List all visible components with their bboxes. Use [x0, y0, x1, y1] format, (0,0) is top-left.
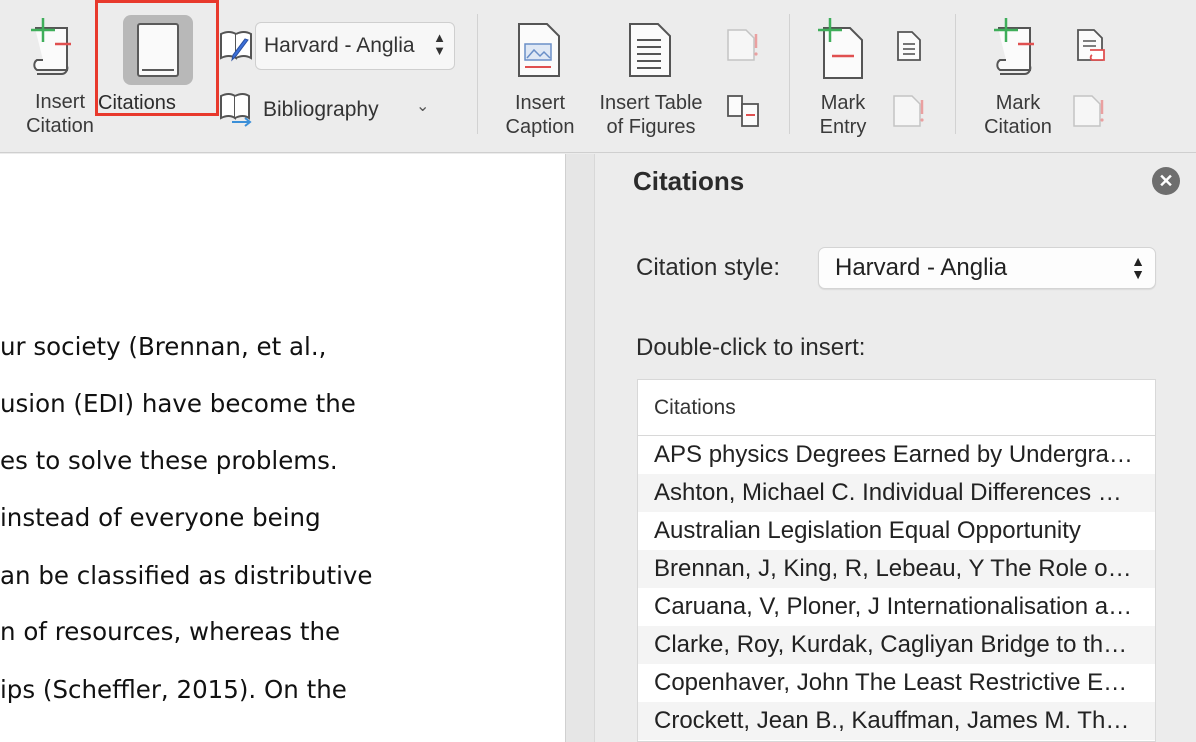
mark-entry-label: Mark Entry — [819, 92, 867, 138]
list-item[interactable]: APS physics Degrees Earned by Undergradu… — [638, 436, 1155, 474]
ribbon-separator — [955, 14, 956, 134]
document-line: instead of everyone being — [0, 503, 321, 532]
pane-divider[interactable] — [565, 154, 595, 742]
insert-caption-button[interactable]: Insert Caption — [495, 0, 585, 150]
index-icon[interactable] — [896, 30, 922, 62]
pane-citation-style-dropdown[interactable]: Harvard - Anglia ▲ ▼ — [818, 247, 1156, 289]
cross-reference-icon[interactable] — [726, 94, 762, 128]
document-line: ur society (Brennan, et al., — [0, 332, 327, 361]
pane-title: Citations — [633, 166, 745, 196]
citations-button[interactable]: Citations — [95, 0, 219, 116]
insert-table-of-figures-button[interactable]: Insert Table of Figures — [588, 0, 714, 150]
document-line-partial — [0, 732, 8, 742]
document-line: es to solve these problems. — [0, 446, 338, 475]
book-icon — [137, 23, 179, 77]
ribbon: Insert Citation Citations Harvard - Angl… — [0, 0, 1196, 153]
insert-caption-icon — [518, 23, 560, 77]
update-authorities-icon — [1073, 95, 1104, 127]
citation-style-dropdown[interactable]: Harvard - Anglia ▲ ▼ — [255, 22, 455, 70]
bibliography-icon — [220, 93, 252, 127]
insert-table-of-figures-label: Insert Table of Figures — [599, 92, 703, 138]
update-index-icon — [893, 95, 924, 127]
ribbon-separator — [789, 14, 790, 134]
list-item[interactable]: Brennan, J, King, R, Lebeau, Y The Role … — [638, 550, 1155, 588]
close-icon[interactable]: ✕ — [1152, 167, 1180, 195]
list-item[interactable]: Crockett, Jean B., Kauffman, James M. Th… — [638, 702, 1155, 740]
ribbon-separator — [477, 14, 478, 134]
mark-entry-button[interactable]: Mark Entry — [800, 0, 886, 150]
list-item[interactable]: Australian Legislation Equal Opportunity — [638, 512, 1155, 550]
pane-citation-style-value: Harvard - Anglia — [835, 254, 1008, 281]
citations-pane: Citations ✕ Citation style: Harvard - An… — [596, 154, 1196, 742]
update-table-icon — [727, 29, 758, 61]
list-item[interactable]: Ashton, Michael C. Individual Difference… — [638, 474, 1155, 512]
citation-style-label: Citation style: — [636, 254, 781, 281]
citation-style-value: Harvard - Anglia — [264, 34, 415, 57]
document-line: ips (Scheffler, 2015). On the — [0, 675, 347, 704]
citations-list[interactable]: Citations APS physics Degrees Earned by … — [637, 379, 1156, 742]
table-of-authorities-icon[interactable] — [1076, 28, 1110, 64]
style-brush-icon — [220, 31, 252, 62]
list-item[interactable]: Caruana, V, Ploner, J Internationalisati… — [638, 588, 1155, 626]
citations-label: Citations — [98, 92, 176, 114]
mark-citation-label: Mark Citation — [984, 92, 1052, 138]
chevron-down-icon: ⌄ — [416, 98, 430, 115]
list-item[interactable]: Copenhaver, John The Least Restrictive E… — [638, 664, 1155, 702]
table-of-figures-icon — [629, 23, 671, 77]
mark-entry-icon — [818, 18, 863, 79]
document-line: n of resources, whereas the — [0, 617, 341, 646]
list-item[interactable]: Clarke, Roy, Kurdak, Cagliyan Bridge to … — [638, 626, 1155, 664]
document-page[interactable]: ur society (Brennan, et al., usion (EDI)… — [0, 154, 565, 742]
updown-chevron-icon: ▲ ▼ — [1131, 253, 1145, 282]
updown-chevron-icon: ▲ ▼ — [433, 30, 446, 58]
insert-caption-label: Insert Caption — [505, 92, 575, 138]
double-click-hint: Double-click to insert: — [636, 334, 866, 361]
bibliography-label: Bibliography — [263, 98, 379, 121]
mark-citation-icon — [994, 18, 1034, 75]
document-line: an be classified as distributive — [0, 561, 373, 590]
mark-citation-button[interactable]: Mark Citation — [968, 0, 1068, 150]
list-column-header[interactable]: Citations — [638, 380, 1155, 436]
document-line: usion (EDI) have become the — [0, 389, 356, 418]
insert-citation-icon — [31, 18, 71, 75]
